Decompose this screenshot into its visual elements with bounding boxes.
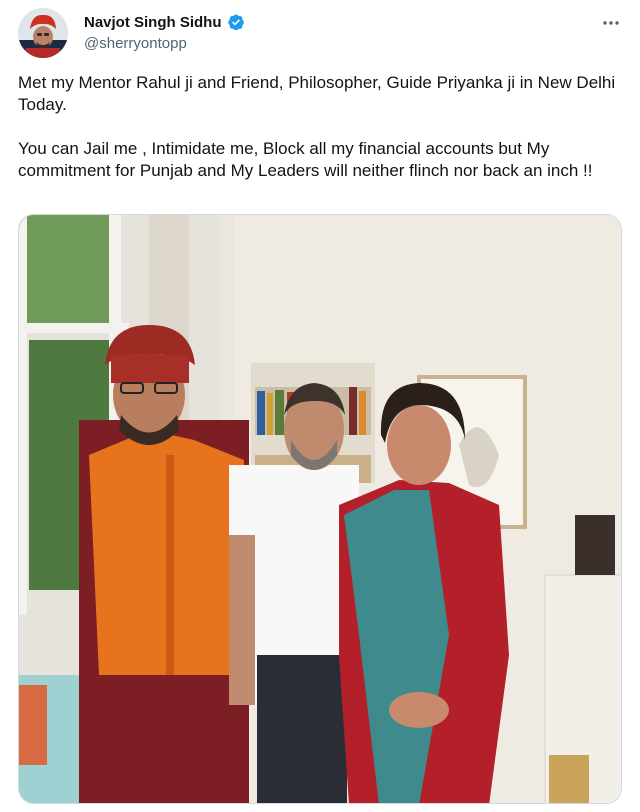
tweet-paragraph-1: Met my Mentor Rahul ji and Friend, Philo… xyxy=(18,73,620,114)
author-handle[interactable]: @sherryontopp xyxy=(84,35,245,52)
verified-badge-icon[interactable] xyxy=(227,13,245,31)
author-names: Navjot Singh Sidhu @sherryontopp xyxy=(84,12,245,52)
tweet-header: Navjot Singh Sidhu @sherryontopp xyxy=(18,8,622,58)
display-name-row: Navjot Singh Sidhu xyxy=(84,12,245,32)
avatar[interactable] xyxy=(18,8,68,58)
avatar-image xyxy=(18,8,68,58)
more-options-icon[interactable] xyxy=(600,12,622,34)
tweet-photo[interactable] xyxy=(18,214,622,804)
tweet-text: Met my Mentor Rahul ji and Friend, Philo… xyxy=(18,72,622,182)
tweet-paragraph-2: You can Jail me , Intimidate me, Block a… xyxy=(18,139,593,180)
photo-image xyxy=(19,215,621,803)
author-display-name[interactable]: Navjot Singh Sidhu xyxy=(84,14,222,31)
